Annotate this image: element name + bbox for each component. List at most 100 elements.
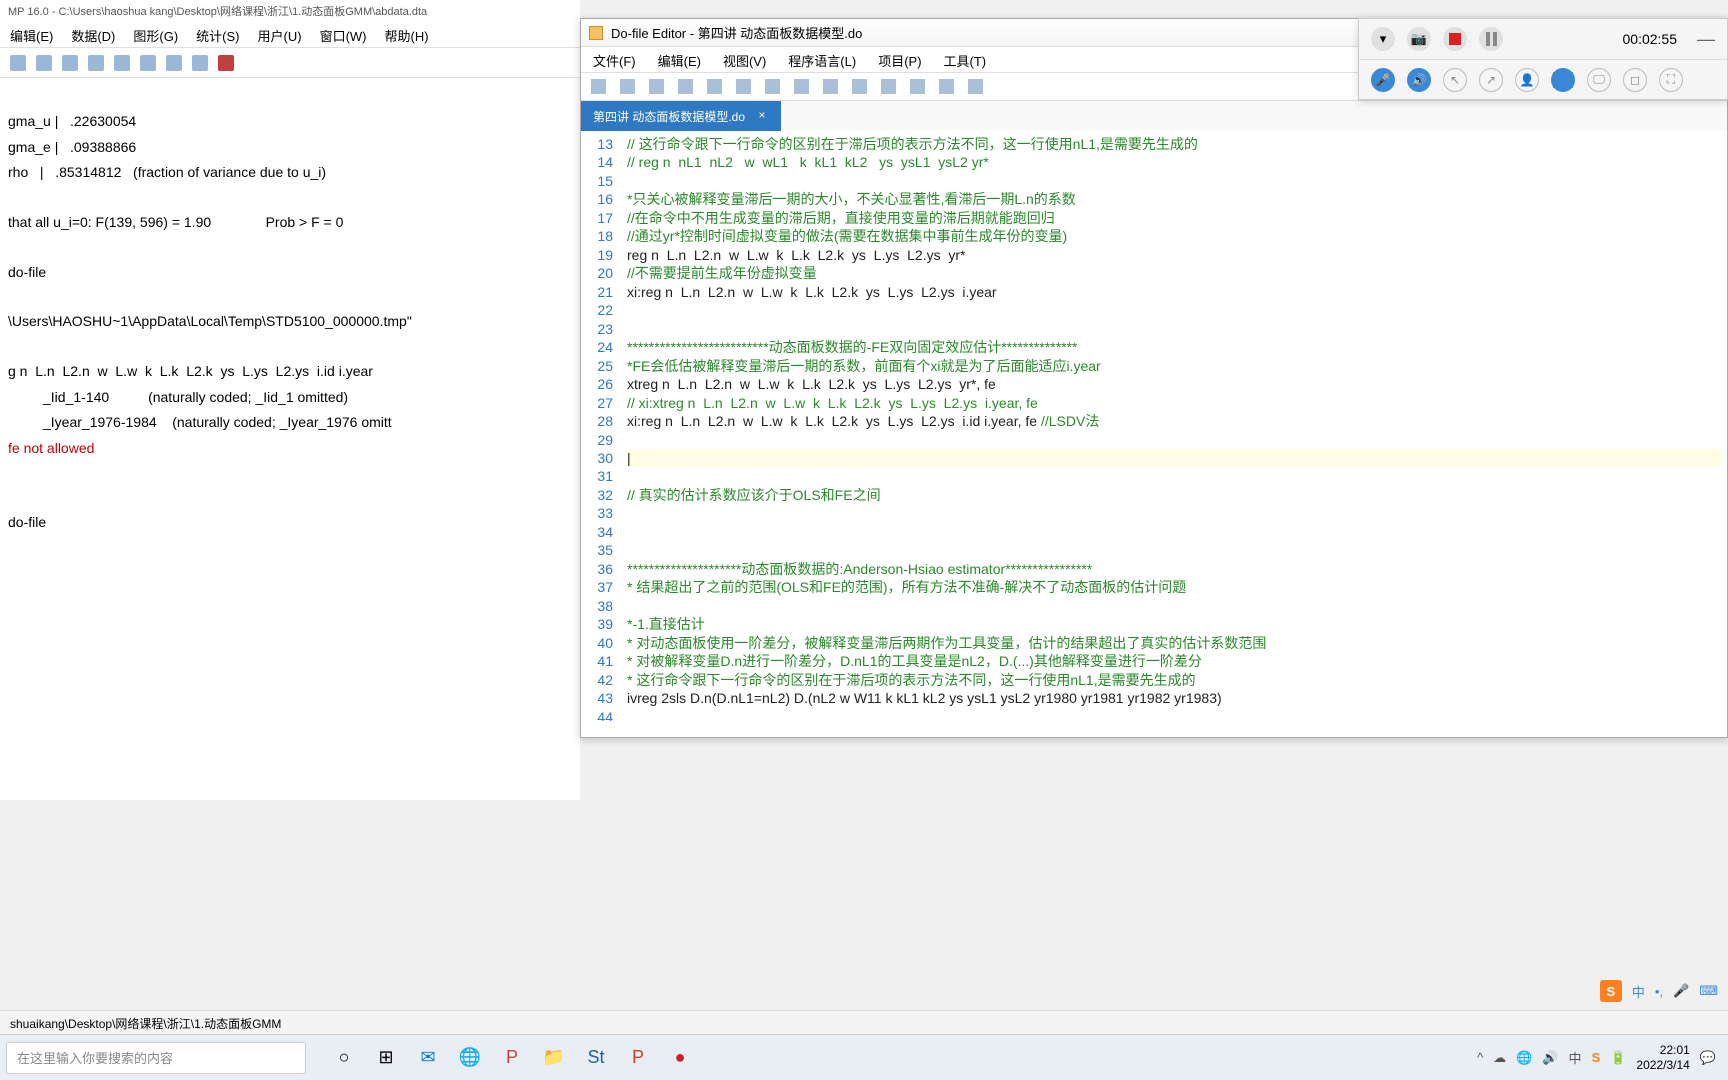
region-icon[interactable] (1551, 68, 1575, 92)
code-line[interactable]: * 对动态面板使用一阶差分，被解释变量滞后两期作为工具变量，估计的结果超出了真实… (627, 634, 1721, 652)
webcam-icon[interactable]: 👤 (1515, 68, 1539, 92)
menu-window[interactable]: 窗口(W) (320, 26, 367, 43)
menu-user[interactable]: 用户(U) (258, 26, 302, 43)
code-line[interactable]: *FE会低估被解释变量滞后一期的系数，前面有个xi就是为了后面能适应i.year (627, 357, 1721, 375)
code-line[interactable] (627, 708, 1721, 721)
code-line[interactable] (627, 301, 1721, 319)
dofile-menu-lang[interactable]: 程序语言(L) (788, 51, 856, 68)
pdf-icon[interactable]: P (494, 1040, 530, 1076)
window-icon[interactable]: ◻ (1623, 68, 1647, 92)
close-icon[interactable]: × (755, 109, 769, 123)
dofile-menu-tools[interactable]: 工具(T) (944, 51, 987, 68)
run-icon[interactable] (939, 79, 954, 94)
ime-lang[interactable]: 中 (1632, 982, 1645, 1001)
code-line[interactable]: * 对被解释变量D.n进行一阶差分，D.nL1的工具变量是nL2，D.(...)… (627, 652, 1721, 670)
tray-chevron-icon[interactable]: ^ (1477, 1050, 1483, 1065)
notifications-icon[interactable]: 💬 (1700, 1050, 1716, 1066)
menu-stats[interactable]: 统计(S) (196, 26, 239, 43)
copy-icon[interactable] (736, 79, 751, 94)
graph-icon[interactable] (62, 55, 78, 71)
menu-edit[interactable]: 编辑(E) (10, 26, 53, 43)
code-line[interactable] (627, 431, 1721, 449)
mic-icon[interactable]: 🎤 (1371, 68, 1395, 92)
cut-icon[interactable] (707, 79, 722, 94)
pause-button[interactable] (1479, 27, 1503, 51)
code-line[interactable]: //在命令中不用生成变量的滞后期，直接使用变量的滞后期就能跑回归 (627, 209, 1721, 227)
network-icon[interactable]: 🌐 (1516, 1050, 1532, 1066)
dofile-menu-file[interactable]: 文件(F) (593, 51, 636, 68)
paste-icon[interactable] (765, 79, 780, 94)
fullscreen-icon[interactable]: ⛶ (1659, 68, 1683, 92)
code-line[interactable] (627, 541, 1721, 559)
code-line[interactable]: reg n L.n L2.n w L.w k L.k L2.k ys L.ys … (627, 246, 1721, 264)
dofile-menu-view[interactable]: 视图(V) (723, 51, 766, 68)
sogou-tray-icon[interactable]: S (1592, 1050, 1601, 1065)
code-line[interactable] (627, 597, 1721, 615)
view-icon[interactable] (36, 55, 52, 71)
code-line[interactable]: // reg n nL1 nL2 w wL1 k kL1 kL2 ys ysL1… (627, 153, 1721, 171)
code-line[interactable] (627, 523, 1721, 541)
save-icon[interactable] (10, 55, 26, 71)
taskbar-clock[interactable]: 22:01 2022/3/14 (1636, 1043, 1689, 1072)
break-icon[interactable] (218, 55, 234, 71)
dropdown-icon[interactable]: ▾ (1371, 27, 1395, 51)
explorer-icon[interactable]: 📁 (536, 1040, 572, 1076)
code-line[interactable]: *********************动态面板数据的:Anderson-Hs… (627, 560, 1721, 578)
code-line[interactable]: * 这行命令跟下一行命令的区别在于滞后项的表示方法不同，这一行使用nL1,是需要… (627, 671, 1721, 689)
code-line[interactable]: // 这行命令跟下一行命令的区别在于滞后项的表示方法不同，这一行使用nL1,是需… (627, 135, 1721, 153)
ime-tray-icon[interactable]: 中 (1569, 1048, 1582, 1067)
cortana-icon[interactable]: ○ (326, 1040, 362, 1076)
data-editor-icon[interactable] (114, 55, 130, 71)
outdent-icon[interactable] (910, 79, 925, 94)
ime-punct-icon[interactable]: •, (1655, 984, 1663, 999)
indent-icon[interactable] (881, 79, 896, 94)
onedrive-icon[interactable]: ☁ (1493, 1050, 1506, 1066)
ime-keyboard-icon[interactable]: ⌨ (1699, 983, 1718, 999)
new-dofile-icon[interactable] (88, 55, 104, 71)
mail-icon[interactable]: ✉ (410, 1040, 446, 1076)
recorder-taskbar-icon[interactable]: ● (662, 1040, 698, 1076)
pointer-icon[interactable]: ↗ (1479, 68, 1503, 92)
dofile-tab-active[interactable]: 第四讲 动态面板数据模型.do × (581, 101, 781, 131)
volume-icon[interactable]: 🔊 (1542, 1050, 1558, 1066)
task-view-icon[interactable]: ⊞ (368, 1040, 404, 1076)
code-line[interactable]: xi:reg n L.n L2.n w L.w k L.k L2.k ys L.… (627, 283, 1721, 301)
code-line[interactable]: xi:reg n L.n L2.n w L.w k L.k L2.k ys L.… (627, 412, 1721, 430)
code-lines[interactable]: // 这行命令跟下一行命令的区别在于滞后项的表示方法不同，这一行使用nL1,是需… (621, 131, 1727, 721)
find-icon[interactable] (678, 79, 693, 94)
code-line[interactable]: **************************动态面板数据的-FE双向固定… (627, 338, 1721, 356)
powerpoint-icon[interactable]: P (620, 1040, 656, 1076)
code-line[interactable]: | (627, 449, 1721, 467)
redo-icon[interactable] (823, 79, 838, 94)
run-selection-icon[interactable] (968, 79, 983, 94)
open-icon[interactable] (620, 79, 635, 94)
speaker-icon[interactable]: 🔊 (1407, 68, 1431, 92)
taskbar-search[interactable]: 在这里输入你要搜索的内容 (6, 1042, 306, 1074)
code-line[interactable] (627, 320, 1721, 338)
save-icon[interactable] (649, 79, 664, 94)
code-line[interactable]: * 结果超出了之前的范围(OLS和FE的范围)，所有方法不准确-解决不了动态面板… (627, 578, 1721, 596)
camera-icon[interactable]: 📷 (1407, 27, 1431, 51)
menu-graphics[interactable]: 图形(G) (133, 26, 178, 43)
code-line[interactable] (627, 172, 1721, 190)
battery-icon[interactable]: 🔋 (1610, 1050, 1626, 1066)
code-line[interactable]: // xi:xtreg n L.n L2.n w L.w k L.k L2.k … (627, 394, 1721, 412)
continue-icon[interactable] (192, 55, 208, 71)
code-line[interactable]: //不需要提前生成年份虚拟变量 (627, 264, 1721, 282)
code-line[interactable] (627, 504, 1721, 522)
menu-data[interactable]: 数据(D) (71, 26, 115, 43)
code-line[interactable]: //通过yr*控制时间虚拟变量的做法(需要在数据集中事前生成年份的变量) (627, 227, 1721, 245)
cursor-icon[interactable]: ↖ (1443, 68, 1467, 92)
variables-icon[interactable] (166, 55, 182, 71)
code-line[interactable] (627, 467, 1721, 485)
minimize-icon[interactable]: — (1697, 29, 1715, 50)
code-editor[interactable]: 1314151617181920212223242526272829303132… (581, 131, 1727, 721)
bookmark-icon[interactable] (852, 79, 867, 94)
monitor-icon[interactable]: 🖵 (1587, 68, 1611, 92)
ime-mic-icon[interactable]: 🎤 (1673, 983, 1689, 999)
stata-taskbar-icon[interactable]: St (578, 1040, 614, 1076)
code-line[interactable]: ivreg 2sls D.n(D.nL1=nL2) D.(nL2 w W11 k… (627, 689, 1721, 707)
chrome-icon[interactable]: 🌐 (452, 1040, 488, 1076)
code-line[interactable]: // 真实的估计系数应该介于OLS和FE之间 (627, 486, 1721, 504)
new-icon[interactable] (591, 79, 606, 94)
